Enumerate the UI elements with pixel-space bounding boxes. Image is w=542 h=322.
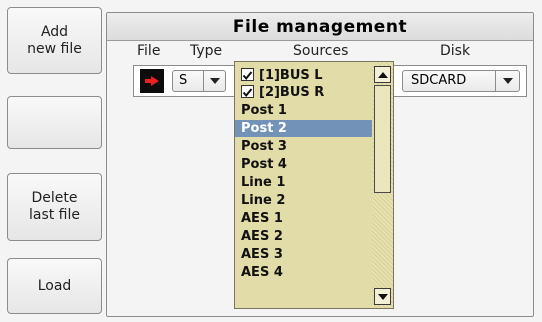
- sources-list-item[interactable]: AES 1: [235, 210, 372, 227]
- sources-list-item[interactable]: AES 3: [235, 246, 372, 263]
- scrollbar-thumb[interactable]: [374, 85, 391, 193]
- sources-list-item-label: Line 2: [241, 193, 286, 208]
- delete-last-file-button[interactable]: Delete last file: [7, 173, 102, 241]
- column-header-sources: Sources: [293, 43, 349, 59]
- sources-list-item[interactable]: [1]BUS L: [235, 67, 372, 84]
- blank-button[interactable]: [7, 96, 102, 149]
- sources-list-item-label: [2]BUS R: [259, 85, 325, 100]
- type-select[interactable]: S: [172, 70, 226, 92]
- sources-dropdown-list[interactable]: [1]BUS L [2]BUS R Post 1 Post 2 Post 3 Post 4…: [234, 61, 394, 309]
- sources-list-item-label: Post 4: [241, 157, 287, 172]
- sources-list-item[interactable]: [2]BUS R: [235, 84, 372, 101]
- column-header-file: File: [137, 43, 161, 59]
- sources-list-item-label: Post 1: [241, 103, 287, 118]
- delete-last-file-label-line1: Delete: [31, 190, 78, 206]
- scroll-down-arrow-icon[interactable]: [374, 288, 391, 305]
- checkbox-checked-icon[interactable]: [241, 85, 254, 98]
- sources-list-item[interactable]: Post 2: [235, 120, 372, 137]
- sources-list-item-label: Post 2: [241, 121, 287, 136]
- add-new-file-button[interactable]: Add new file: [7, 7, 102, 74]
- add-new-file-label-line2: new file: [27, 40, 82, 57]
- sources-list-item[interactable]: AES 4: [235, 264, 372, 281]
- type-select-value: S: [179, 73, 188, 88]
- disk-select[interactable]: SDCARD: [402, 70, 520, 92]
- chevron-down-icon[interactable]: [203, 71, 225, 91]
- sources-list-item[interactable]: Post 4: [235, 156, 372, 173]
- sources-list-item-label: Line 1: [241, 175, 286, 190]
- disk-select-value: SDCARD: [411, 73, 467, 88]
- chevron-down-icon[interactable]: [495, 71, 519, 91]
- sources-list-item-label: AES 2: [241, 229, 283, 244]
- panel-title: File management: [107, 13, 533, 41]
- load-button[interactable]: Load: [7, 258, 102, 314]
- sources-list-item[interactable]: Post 3: [235, 138, 372, 155]
- sources-list-item[interactable]: AES 2: [235, 228, 372, 245]
- scroll-up-arrow-icon[interactable]: [374, 66, 391, 83]
- sources-list-item-label: AES 4: [241, 265, 283, 280]
- sources-list-item[interactable]: Post 1: [235, 102, 372, 119]
- checkbox-checked-icon[interactable]: [241, 68, 254, 81]
- sources-list-item-label: Post 3: [241, 139, 287, 154]
- sources-list-item-label: AES 3: [241, 247, 283, 262]
- sources-list-item-label: [1]BUS L: [259, 68, 323, 83]
- app-screen: Add new file Delete last file Load File …: [0, 0, 542, 322]
- column-header-type: Type: [190, 43, 223, 59]
- delete-last-file-label-line2: last file: [28, 207, 81, 223]
- sources-scrollbar[interactable]: [372, 62, 393, 308]
- sources-list-item[interactable]: Line 2: [235, 192, 372, 209]
- red-arrow-icon[interactable]: [140, 69, 164, 93]
- sources-list-item[interactable]: Line 1: [235, 174, 372, 191]
- load-button-label: Load: [37, 277, 72, 294]
- sources-list-item-label: AES 1: [241, 211, 283, 226]
- column-header-disk: Disk: [440, 43, 471, 59]
- add-new-file-label-line1: Add: [40, 23, 69, 40]
